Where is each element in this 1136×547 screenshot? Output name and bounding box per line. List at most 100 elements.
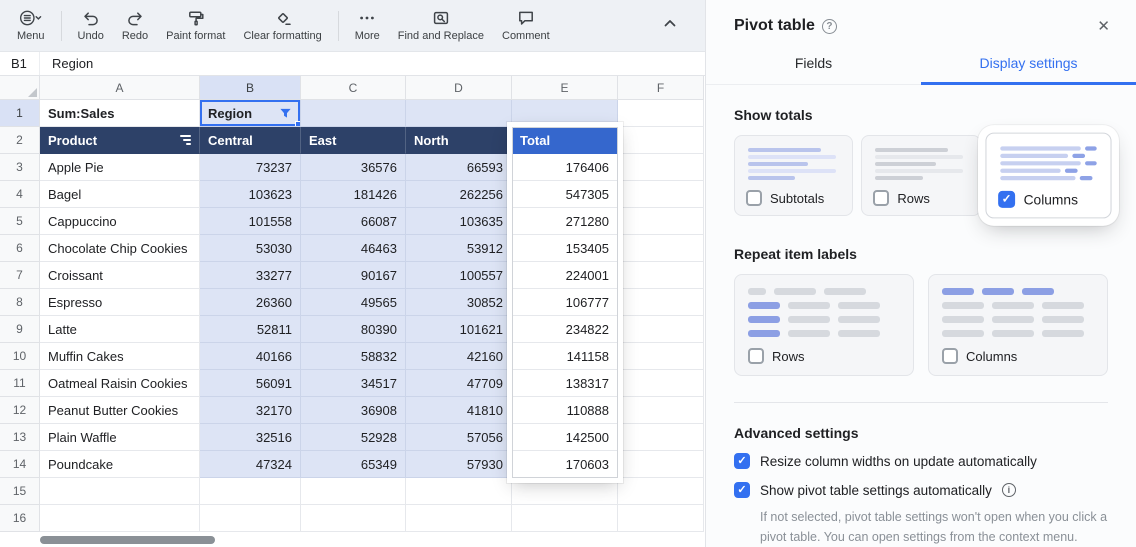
cell-C2[interactable]: East (301, 127, 406, 154)
cell-D8[interactable]: 30852 (406, 289, 512, 316)
cell-F7[interactable] (618, 262, 704, 289)
cell-F12[interactable] (618, 397, 704, 424)
cell-E1[interactable] (512, 100, 618, 127)
clear-formatting-button[interactable]: Clear formatting (234, 5, 330, 46)
cell-C1[interactable] (301, 100, 406, 127)
cell-D16[interactable] (406, 505, 512, 532)
cell-E16[interactable] (512, 505, 618, 532)
cell-B15[interactable] (200, 478, 301, 505)
cell-A7[interactable]: Croissant (40, 262, 200, 289)
cell-A6[interactable]: Chocolate Chip Cookies (40, 235, 200, 262)
cell-B13[interactable]: 32516 (200, 424, 301, 451)
more-button[interactable]: More (346, 5, 389, 46)
filter-list-icon[interactable] (180, 135, 191, 145)
cell-A16[interactable] (40, 505, 200, 532)
cell-A5[interactable]: Cappuccino (40, 208, 200, 235)
row-header-9[interactable]: 9 (0, 316, 40, 343)
tab-fields[interactable]: Fields (706, 47, 921, 85)
cell-B11[interactable]: 56091 (200, 370, 301, 397)
cell-B9[interactable]: 52811 (200, 316, 301, 343)
cell-F1[interactable] (618, 100, 704, 127)
rows-totals-checkbox[interactable]: ✓ (873, 190, 889, 206)
option-card-subtotals[interactable]: ✓ Subtotals (734, 135, 853, 216)
cell-D15[interactable] (406, 478, 512, 505)
column-header-E[interactable]: E (512, 76, 618, 100)
column-header-B[interactable]: B (200, 76, 301, 100)
cell-B12[interactable]: 32170 (200, 397, 301, 424)
cell-E9[interactable]: 234822 (512, 316, 618, 343)
cell-B16[interactable] (200, 505, 301, 532)
cell-D12[interactable]: 41810 (406, 397, 512, 424)
row-header-2[interactable]: 2 (0, 127, 40, 154)
cell-D2[interactable]: North (406, 127, 512, 154)
cell-E10[interactable]: 141158 (512, 343, 618, 370)
cell-C7[interactable]: 90167 (301, 262, 406, 289)
cell-D6[interactable]: 53912 (406, 235, 512, 262)
cell-E5[interactable]: 271280 (512, 208, 618, 235)
row-header-6[interactable]: 6 (0, 235, 40, 262)
cell-E4[interactable]: 547305 (512, 181, 618, 208)
cell-C15[interactable] (301, 478, 406, 505)
cell-A15[interactable] (40, 478, 200, 505)
cell-F4[interactable] (618, 181, 704, 208)
row-header-1[interactable]: 1 (0, 100, 40, 127)
cell-D13[interactable]: 57056 (406, 424, 512, 451)
paint-format-button[interactable]: Paint format (157, 5, 234, 46)
cell-B14[interactable]: 47324 (200, 451, 301, 478)
cell-D11[interactable]: 47709 (406, 370, 512, 397)
repeat-rows-checkbox[interactable]: ✓ (748, 348, 764, 364)
cell-C9[interactable]: 80390 (301, 316, 406, 343)
cell-B6[interactable]: 53030 (200, 235, 301, 262)
cell-A14[interactable]: Poundcake (40, 451, 200, 478)
cell-B7[interactable]: 33277 (200, 262, 301, 289)
cell-B5[interactable]: 101558 (200, 208, 301, 235)
cell-C3[interactable]: 36576 (301, 154, 406, 181)
close-icon[interactable]: ✕ (1093, 15, 1114, 37)
repeat-columns-card[interactable]: ✓ Columns (928, 274, 1108, 376)
row-header-3[interactable]: 3 (0, 154, 40, 181)
row-header-15[interactable]: 15 (0, 478, 40, 505)
cell-C16[interactable] (301, 505, 406, 532)
cell-B8[interactable]: 26360 (200, 289, 301, 316)
cell-B1[interactable]: Region (200, 100, 301, 127)
cell-E15[interactable] (512, 478, 618, 505)
filter-icon[interactable] (279, 107, 292, 120)
cell-F14[interactable] (618, 451, 704, 478)
cell-E3[interactable]: 176406 (512, 154, 618, 181)
cell-E11[interactable]: 138317 (512, 370, 618, 397)
column-header-C[interactable]: C (301, 76, 406, 100)
cell-A3[interactable]: Apple Pie (40, 154, 200, 181)
cell-D1[interactable] (406, 100, 512, 127)
tab-display-settings[interactable]: Display settings (921, 47, 1136, 85)
cell-C12[interactable]: 36908 (301, 397, 406, 424)
cell-F13[interactable] (618, 424, 704, 451)
cell-D5[interactable]: 103635 (406, 208, 512, 235)
resize-columns-checkbox[interactable]: ✓ (734, 453, 750, 469)
cell-E12[interactable]: 110888 (512, 397, 618, 424)
cell-F3[interactable] (618, 154, 704, 181)
cell-C6[interactable]: 46463 (301, 235, 406, 262)
cell-A13[interactable]: Plain Waffle (40, 424, 200, 451)
cell-A12[interactable]: Peanut Butter Cookies (40, 397, 200, 424)
row-header-10[interactable]: 10 (0, 343, 40, 370)
cell-B10[interactable]: 40166 (200, 343, 301, 370)
cell-E13[interactable]: 142500 (512, 424, 618, 451)
cell-C8[interactable]: 49565 (301, 289, 406, 316)
cell-D7[interactable]: 100557 (406, 262, 512, 289)
cell-F8[interactable] (618, 289, 704, 316)
cell-A9[interactable]: Latte (40, 316, 200, 343)
row-header-16[interactable]: 16 (0, 505, 40, 532)
cell-D9[interactable]: 101621 (406, 316, 512, 343)
cell-C5[interactable]: 66087 (301, 208, 406, 235)
subtotals-checkbox[interactable]: ✓ (746, 190, 762, 206)
cell-C11[interactable]: 34517 (301, 370, 406, 397)
cell-A2[interactable]: Product (40, 127, 200, 154)
undo-button[interactable]: Undo (69, 5, 113, 46)
show-settings-checkbox[interactable]: ✓ (734, 482, 750, 498)
cell-F6[interactable] (618, 235, 704, 262)
cell-F16[interactable] (618, 505, 704, 532)
cell-C10[interactable]: 58832 (301, 343, 406, 370)
cell-E6[interactable]: 153405 (512, 235, 618, 262)
formula-input[interactable]: Region (40, 56, 93, 71)
comment-button[interactable]: Comment (493, 5, 559, 46)
